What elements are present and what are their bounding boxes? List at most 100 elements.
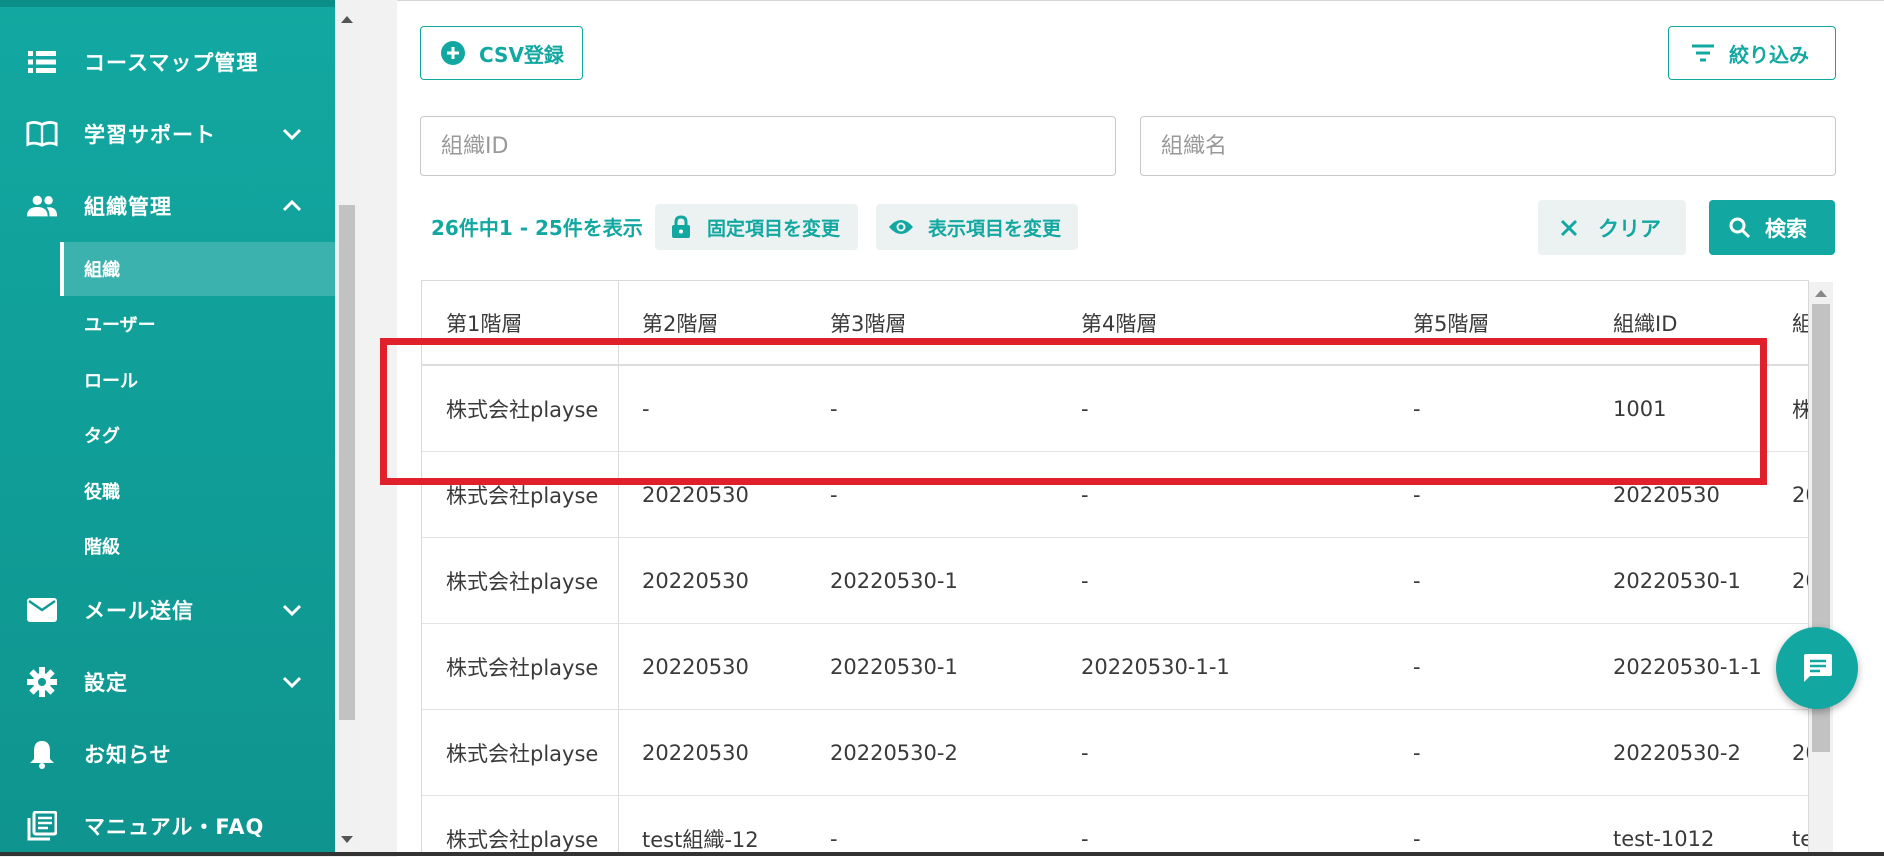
table-row[interactable]: 株式会社playse 20220530 20220530-2 - - 20220…	[422, 710, 1808, 796]
sidebar-item-label: マニュアル・FAQ	[84, 815, 265, 839]
sidebar-subitem-org[interactable]: 組織	[60, 242, 339, 296]
sidebar-subitem-label: 組織	[84, 260, 120, 281]
change-display-items-label: 表示項目を変更	[928, 217, 1062, 240]
scroll-up-arrow-icon[interactable]	[1815, 290, 1827, 297]
sidebar-item-manual-faq[interactable]: マニュアル・FAQ	[0, 798, 335, 854]
list-icon	[26, 46, 58, 78]
table-cell: test組織-12	[642, 827, 759, 852]
table-cell: 20220530-2	[1613, 740, 1741, 765]
manual-icon	[26, 810, 58, 842]
sidebar-subitem-rank[interactable]: 階級	[60, 519, 335, 573]
table-cell: 20220530-1	[830, 568, 958, 593]
chevron-down-icon[interactable]	[280, 670, 304, 694]
change-fixed-items-button[interactable]: 固定項目を変更	[655, 204, 858, 250]
sidebar-item-mail[interactable]: メール送信	[0, 582, 335, 638]
chevron-up-icon[interactable]	[280, 194, 304, 218]
sidebar-subitem-tag[interactable]: タグ	[60, 408, 335, 462]
chat-button[interactable]	[1776, 627, 1858, 709]
sidebar-subitem-user[interactable]: ユーザー	[60, 297, 335, 351]
bell-icon	[26, 738, 58, 770]
sidebar-item-news[interactable]: お知らせ	[0, 726, 335, 782]
table-cell: 20220530-1	[830, 654, 958, 679]
clear-label: クリア	[1598, 216, 1661, 241]
table-cell: 20220530-1-1	[1081, 654, 1230, 679]
sidebar-scrollbar[interactable]	[335, 0, 359, 856]
table-cell: 株式会社playse	[446, 569, 599, 594]
table-cell: -	[1081, 826, 1089, 851]
sidebar-item-org-management[interactable]: 組織管理	[0, 178, 335, 234]
eye-icon	[889, 220, 913, 234]
scrollbar-thumb[interactable]	[339, 205, 355, 720]
table-cell: test-1012	[1613, 826, 1715, 851]
column-divider	[618, 538, 619, 623]
sidebar-item-label: メール送信	[84, 599, 194, 623]
scroll-up-arrow-icon[interactable]	[341, 16, 353, 23]
sidebar-item-learning-support[interactable]: 学習サポート	[0, 106, 335, 162]
table-cell: 20220530-2	[830, 740, 958, 765]
table-cell: 株式会社playse	[446, 827, 599, 852]
chat-icon	[1804, 654, 1832, 682]
search-label: 検索	[1765, 216, 1807, 241]
sidebar-subitem-role[interactable]: ロール	[60, 353, 335, 407]
sidebar-item-settings[interactable]: 設定	[0, 654, 335, 710]
sidebar-item-label: 組織管理	[84, 195, 172, 219]
close-icon	[1560, 219, 1578, 236]
gear-icon	[26, 666, 58, 698]
filter-icon	[1692, 44, 1714, 62]
sidebar-top-line	[0, 0, 335, 7]
plus-circle-icon	[441, 41, 465, 65]
column-divider	[618, 624, 619, 709]
column-divider	[618, 710, 619, 795]
highlight-box	[380, 338, 1767, 485]
table-cell: -	[1413, 826, 1421, 851]
mail-icon	[26, 594, 58, 626]
chevron-down-icon[interactable]	[280, 598, 304, 622]
bottom-edge	[0, 852, 1884, 856]
table-cell: 20	[1792, 740, 1808, 765]
table-cell: 20	[1792, 482, 1808, 507]
filter-label: 絞り込み	[1729, 42, 1809, 67]
table-cell: 株	[1792, 366, 1808, 451]
table-cell: -	[1413, 654, 1421, 679]
table-cell: 20220530	[642, 740, 749, 765]
csv-register-button[interactable]: CSV登録	[420, 26, 583, 80]
sidebar: コースマップ管理 学習サポート 組織管理 組織 ユーザー ロール タグ 役職 階…	[0, 0, 339, 856]
sidebar-subitem-label: 役職	[84, 482, 120, 503]
column-header[interactable]: 組	[1792, 281, 1808, 364]
sidebar-item-label: お知らせ	[84, 743, 172, 767]
sidebar-item-label: コースマップ管理	[84, 51, 259, 75]
sidebar-item-label: 学習サポート	[84, 123, 216, 147]
sidebar-item-course-map[interactable]: コースマップ管理	[0, 34, 335, 90]
table-row[interactable]: 株式会社playse 20220530 20220530-1 20220530-…	[422, 624, 1808, 710]
people-icon	[26, 190, 58, 222]
search-button[interactable]: 検索	[1709, 200, 1835, 255]
table-row[interactable]: 株式会社playse test組織-12 - - - test-1012 te	[422, 796, 1808, 856]
table-cell: 株式会社playse	[446, 741, 599, 766]
table-cell: 20220530-1	[1613, 568, 1741, 593]
csv-register-label: CSV登録	[479, 42, 564, 67]
table-cell: -	[1081, 740, 1089, 765]
sidebar-subitem-label: 階級	[84, 537, 120, 558]
search-icon	[1729, 217, 1751, 238]
result-count: 26件中1 - 25件を表示	[431, 216, 643, 240]
table-cell: 20220530-1-1	[1613, 654, 1762, 679]
lock-icon	[672, 215, 690, 238]
table-cell: 20	[1792, 568, 1808, 593]
sidebar-subitem-label: ロール	[84, 371, 138, 392]
table-cell: 株式会社playse	[446, 655, 599, 680]
filter-button[interactable]: 絞り込み	[1668, 26, 1836, 80]
book-icon	[26, 118, 58, 150]
table-scrollbar[interactable]	[1809, 282, 1833, 856]
change-display-items-button[interactable]: 表示項目を変更	[876, 204, 1078, 250]
chevron-down-icon[interactable]	[280, 122, 304, 146]
sidebar-subitem-position[interactable]: 役職	[60, 464, 335, 518]
org-name-input[interactable]	[1140, 116, 1836, 176]
column-divider	[618, 796, 619, 856]
table-cell: 20220530	[642, 568, 749, 593]
clear-button[interactable]: クリア	[1538, 200, 1686, 255]
scroll-down-arrow-icon[interactable]	[341, 836, 353, 843]
org-id-input[interactable]	[420, 116, 1116, 176]
table-row[interactable]: 株式会社playse 20220530 20220530-1 - - 20220…	[422, 538, 1808, 624]
table-cell: -	[1413, 568, 1421, 593]
table-cell: 20220530	[642, 654, 749, 679]
